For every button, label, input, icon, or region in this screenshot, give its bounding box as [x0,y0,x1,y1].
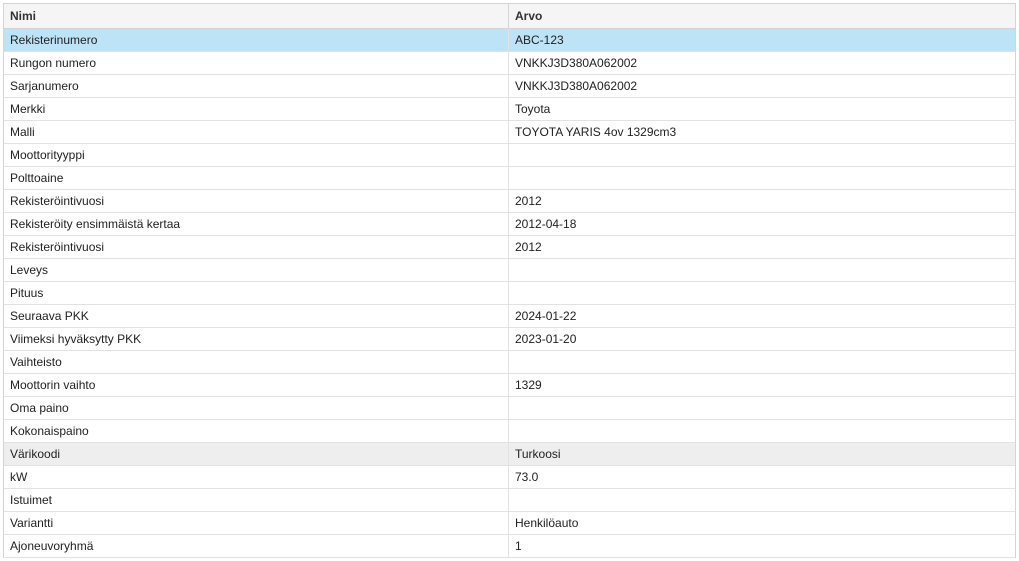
property-name-cell: Oma paino [4,397,509,419]
table-row[interactable]: Oma paino [4,397,1015,420]
table-row[interactable]: Moottorin vaihto 1329 [4,374,1015,397]
property-name-cell: Rekisteröintivuosi [4,236,509,258]
property-value-cell: 73.0 [515,470,539,484]
property-value-cell: 1329 [515,378,542,392]
table-row[interactable]: Variantti Henkilöauto [4,512,1015,535]
table-row[interactable]: Polttoaine [4,167,1015,190]
table-row[interactable]: Sarjanumero VNKKJ3D380A062002 [4,75,1015,98]
property-name-cell: Seuraava PKK [4,305,509,327]
table-row[interactable]: Pituus [4,282,1015,305]
property-value-cell: VNKKJ3D380A062002 [515,79,638,93]
property-value-cell: ABC-123 [515,33,564,47]
property-value-cell [509,489,1015,511]
property-value-cell [509,351,1015,373]
property-name-cell: Värikoodi [4,443,509,465]
property-name-cell: Moottorin vaihto [4,374,509,396]
property-name-cell: Ajoneuvoryhmä [4,535,509,557]
table-row[interactable]: Istuimet [4,489,1015,512]
table-body: Rekisterinumero ABC-123 Rungon numero VNKKJ… [4,29,1015,558]
table-row[interactable]: kW 73.0 [4,466,1015,489]
table-row[interactable]: Viimeksi hyväksytty PKK 2023-01-20 [4,328,1015,351]
property-name-cell: Rungon numero [4,52,509,74]
table-header-row: Nimi Arvo [4,4,1015,29]
property-name-cell: Leveys [4,259,509,281]
table-row[interactable]: Värikoodi Turkoosi [4,443,1015,466]
property-value-cell: 2023-01-20 [515,332,577,346]
property-name-cell: Merkki [4,98,509,120]
table-row[interactable]: Seuraava PKK 2024-01-22 [4,305,1015,328]
property-name-cell: Moottorityyppi [4,144,509,166]
table-row[interactable]: Rekisteröity ensimmäistä kertaa 2012-04-1… [4,213,1015,236]
column-header-value[interactable]: Arvo [509,4,1015,28]
table-row[interactable]: Leveys [4,259,1015,282]
vehicle-properties-table: Nimi Arvo Rekisterinumero ABC-123 Rungon n… [3,3,1016,558]
property-name-cell: Malli [4,121,509,143]
table-row[interactable]: Rekisteröintivuosi 2012 [4,236,1015,259]
table-row[interactable]: Rungon numero VNKKJ3D380A062002 [4,52,1015,75]
property-name-cell: Rekisteröity ensimmäistä kertaa [4,213,509,235]
property-name-cell: Polttoaine [4,167,509,189]
table-row[interactable]: Rekisteröintivuosi 2012 [4,190,1015,213]
table-row[interactable]: Rekisterinumero ABC-123 [4,29,1015,52]
property-value-cell [509,397,1015,419]
property-value-cell: TOYOTA YARIS 4ov 1329cm3 [515,125,677,139]
property-name-cell: Rekisterinumero [4,29,509,51]
property-value-cell: 2012 [515,194,542,208]
property-name-cell: Variantti [4,512,509,534]
property-name-cell: Vaihteisto [4,351,509,373]
table-row[interactable]: Malli TOYOTA YARIS 4ov 1329cm3 [4,121,1015,144]
property-value-cell [509,420,1015,442]
table-row[interactable]: Vaihteisto [4,351,1015,374]
property-name-cell: Pituus [4,282,509,304]
table-row[interactable]: Kokonaispaino [4,420,1015,443]
property-value-cell: Turkoosi [515,447,561,461]
table-row[interactable]: Moottorityyppi [4,144,1015,167]
property-name-cell: Viimeksi hyväksytty PKK [4,328,509,350]
property-name-cell: Istuimet [4,489,509,511]
property-value-cell [509,282,1015,304]
property-name-cell: Rekisteröintivuosi [4,190,509,212]
property-value-cell: Toyota [515,102,551,116]
column-header-name[interactable]: Nimi [4,4,509,28]
property-name-cell: Sarjanumero [4,75,509,97]
table-row[interactable]: Ajoneuvoryhmä 1 [4,535,1015,558]
table-row[interactable]: Merkki Toyota [4,98,1015,121]
property-value-cell [509,167,1015,189]
property-value-cell: 2012-04-18 [515,217,577,231]
property-value-cell: Henkilöauto [515,516,579,530]
property-name-cell: kW [4,466,509,488]
property-value-cell [509,259,1015,281]
property-value-cell: 2024-01-22 [515,309,577,323]
property-value-cell: 2012 [515,240,542,254]
property-name-cell: Kokonaispaino [4,420,509,442]
property-value-cell: VNKKJ3D380A062002 [515,56,638,70]
property-value-cell [509,144,1015,166]
property-value-cell: 1 [515,539,522,553]
